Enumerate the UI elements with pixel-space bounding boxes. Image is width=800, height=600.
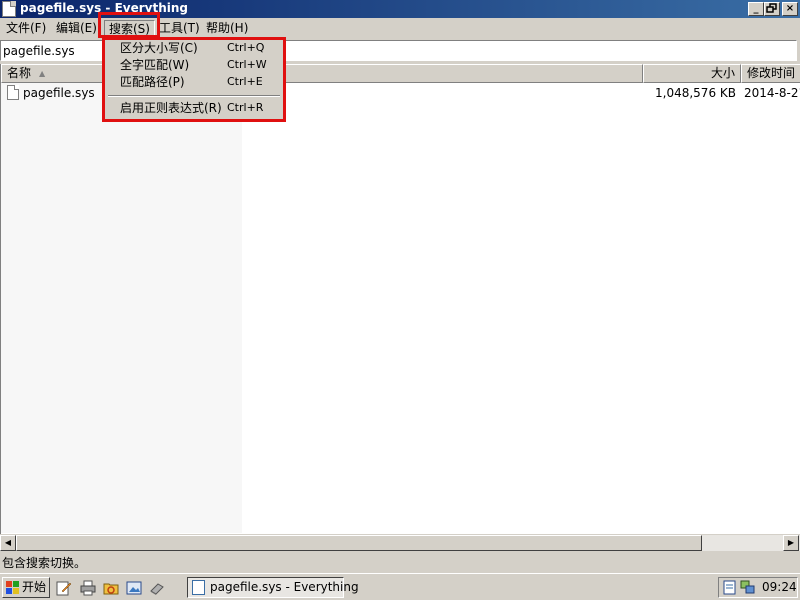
document-icon <box>192 580 205 595</box>
start-button[interactable]: 开始 <box>2 577 50 598</box>
column-header-modified[interactable]: 修改时间 <box>741 64 800 83</box>
scroll-right-button[interactable]: ▶ <box>783 535 799 551</box>
column-name-label: 名称 <box>7 66 32 80</box>
windows-logo-icon <box>6 581 19 594</box>
system-tray: 09:24 <box>718 577 798 598</box>
name-column-background <box>1 83 242 533</box>
network-tray-icon[interactable] <box>740 580 756 595</box>
eraser-icon[interactable] <box>149 580 165 596</box>
menu-item-match-whole-word[interactable]: 全字匹配(W) Ctrl+W <box>105 57 281 74</box>
minimize-button[interactable]: _ <box>748 2 764 16</box>
status-bar: 包含搜索切换。 <box>0 552 800 572</box>
start-label: 开始 <box>22 580 47 594</box>
column-header-size[interactable]: 大小 <box>643 64 741 83</box>
document-tray-icon[interactable] <box>723 580 737 595</box>
menu-item-match-case[interactable]: 区分大小写(C) Ctrl+Q <box>105 40 281 57</box>
sort-ascending-icon: ▲ <box>39 69 46 78</box>
app-file-icon <box>2 1 16 17</box>
folder-icon[interactable] <box>103 580 119 596</box>
restore-icon <box>766 3 777 13</box>
row-modified: 2014-8-21 <box>744 86 800 100</box>
match-path-shortcut: Ctrl+E <box>227 75 263 88</box>
title-bar[interactable]: pagefile.sys - Everything _ × <box>0 0 800 18</box>
results-list[interactable]: 名称 ▲ 大小 修改时间 pagefile.sys 1,048,576 KB 20… <box>0 64 800 534</box>
search-menu-dropdown: 区分大小写(C) Ctrl+Q 全字匹配(W) Ctrl+W 匹配路径(P) C… <box>104 38 284 120</box>
menu-item-match-path[interactable]: 匹配路径(P) Ctrl+E <box>105 74 281 91</box>
menu-bar: 文件(F) 编辑(E) 搜索(S) 工具(T) 帮助(H) <box>0 18 800 38</box>
printer-icon[interactable] <box>80 580 96 596</box>
menu-edit[interactable]: 编辑(E) <box>52 20 101 37</box>
image-icon[interactable] <box>126 580 142 596</box>
horizontal-scrollbar[interactable]: ◀ ▶ <box>0 534 800 551</box>
match-whole-word-label: 全字匹配(W) <box>120 58 190 72</box>
clock[interactable]: 09:24 <box>762 580 797 594</box>
match-path-label: 匹配路径(P) <box>120 75 185 89</box>
taskbar-button-label: pagefile.sys - Everything <box>210 580 359 594</box>
row-name: pagefile.sys <box>23 86 95 100</box>
menu-file[interactable]: 文件(F) <box>2 20 50 37</box>
row-size: 1,048,576 KB <box>655 86 736 100</box>
enable-regex-label: 启用正则表达式(R) <box>120 101 222 115</box>
close-button[interactable]: × <box>782 2 798 16</box>
menu-search[interactable]: 搜索(S) <box>104 20 155 37</box>
match-case-shortcut: Ctrl+Q <box>227 41 265 54</box>
scroll-thumb[interactable] <box>16 535 702 551</box>
window-title: pagefile.sys - Everything <box>20 1 188 15</box>
match-whole-word-shortcut: Ctrl+W <box>227 58 267 71</box>
taskbar-button-everything[interactable]: pagefile.sys - Everything <box>187 577 359 598</box>
file-icon <box>7 85 19 100</box>
menu-separator <box>108 95 280 97</box>
edit-icon[interactable] <box>56 580 72 596</box>
menu-item-enable-regex[interactable]: 启用正则表达式(R) Ctrl+R <box>105 100 281 117</box>
scroll-left-button[interactable]: ◀ <box>0 535 16 551</box>
enable-regex-shortcut: Ctrl+R <box>227 101 264 114</box>
menu-help[interactable]: 帮助(H) <box>202 20 252 37</box>
restore-button[interactable] <box>764 2 780 16</box>
match-case-label: 区分大小写(C) <box>120 41 198 55</box>
menu-tools[interactable]: 工具(T) <box>155 20 204 37</box>
column-header-name[interactable]: 名称 ▲ <box>1 64 643 83</box>
taskbar: 开始 pagefile.sys - Everything 09:24 <box>0 573 800 600</box>
